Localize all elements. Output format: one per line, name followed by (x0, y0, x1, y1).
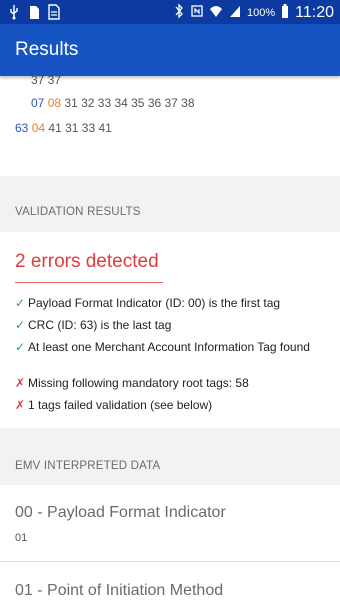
payload-line: 63 04 41 31 33 41 (15, 121, 112, 135)
validation-section-header: VALIDATION RESULTS (0, 192, 340, 232)
payload-value: 31 32 33 34 35 36 37 38 (64, 96, 195, 110)
payload-card: 37 37 07 08 31 32 33 34 35 36 37 38 63 0… (0, 76, 340, 176)
validation-item-text: Missing following mandatory root tags: 5… (28, 376, 249, 390)
battery-percent: 100% (247, 6, 276, 19)
payload-tag: 63 (15, 121, 29, 135)
check-icon: ✓ (15, 296, 26, 310)
status-bar: 100% 11:20 (0, 0, 340, 24)
file-icon (48, 4, 60, 23)
emv-entry-title[interactable]: 01 - Point of Initiation Method (15, 582, 223, 600)
notification-icons (8, 4, 60, 23)
nfc-icon (191, 3, 203, 22)
usb-icon (8, 4, 20, 23)
signal-icon (229, 3, 241, 22)
payload-line: 07 08 31 32 33 34 35 36 37 38 (31, 96, 195, 110)
emv-section-header: EMV INTERPRETED DATA (0, 446, 340, 486)
divider (0, 561, 340, 562)
validation-item-text: CRC (ID: 63) is the last tag (28, 318, 172, 332)
validation-item-text: Payload Format Indicator (ID: 00) is the… (28, 296, 281, 310)
validation-item: ✓ CRC (ID: 63) is the last tag (15, 318, 335, 332)
error-summary-underline (15, 282, 163, 283)
payload-tag: 07 (31, 96, 45, 110)
bluetooth-icon (173, 3, 185, 22)
payload-value: 37 37 (31, 76, 62, 87)
payload-length: 04 (31, 121, 46, 135)
validation-item: ✗ Missing following mandatory root tags: … (15, 376, 335, 390)
battery-icon (281, 3, 289, 22)
check-icon: ✓ (15, 318, 26, 332)
clock: 11:20 (295, 3, 334, 21)
sd-card-icon (28, 4, 40, 23)
cross-icon: ✗ (15, 398, 26, 412)
emv-entry-title[interactable]: 00 - Payload Format Indicator (15, 504, 226, 522)
app-bar: Results (0, 24, 340, 76)
validation-item: ✗ 1 tags failed validation (see below) (15, 398, 335, 412)
check-icon: ✓ (15, 340, 26, 354)
emv-header-label: EMV INTERPRETED DATA (15, 460, 161, 472)
validation-item: ✓ At least one Merchant Account Informati… (15, 340, 335, 354)
page-title: Results (15, 39, 79, 60)
emv-entry-value: 01 (15, 532, 28, 544)
payload-length: 08 (47, 96, 62, 110)
wifi-icon (209, 3, 223, 22)
emv-card: 00 - Payload Format Indicator 01 01 - Po… (0, 485, 340, 606)
cross-icon: ✗ (15, 376, 26, 390)
validation-item: ✓ Payload Format Indicator (ID: 00) is th… (15, 296, 335, 310)
error-summary: 2 errors detected (15, 251, 159, 272)
validation-item-text: 1 tags failed validation (see below) (28, 398, 213, 412)
payload-line: 37 37 (31, 76, 61, 87)
validation-item-text: At least one Merchant Account Informatio… (28, 340, 310, 354)
validation-card: 2 errors detected ✓ Payload Format Indica… (0, 232, 340, 428)
validation-header-label: VALIDATION RESULTS (15, 206, 141, 218)
payload-value: 41 31 33 41 (48, 121, 112, 135)
system-icons: 100% 11:20 (173, 3, 334, 22)
